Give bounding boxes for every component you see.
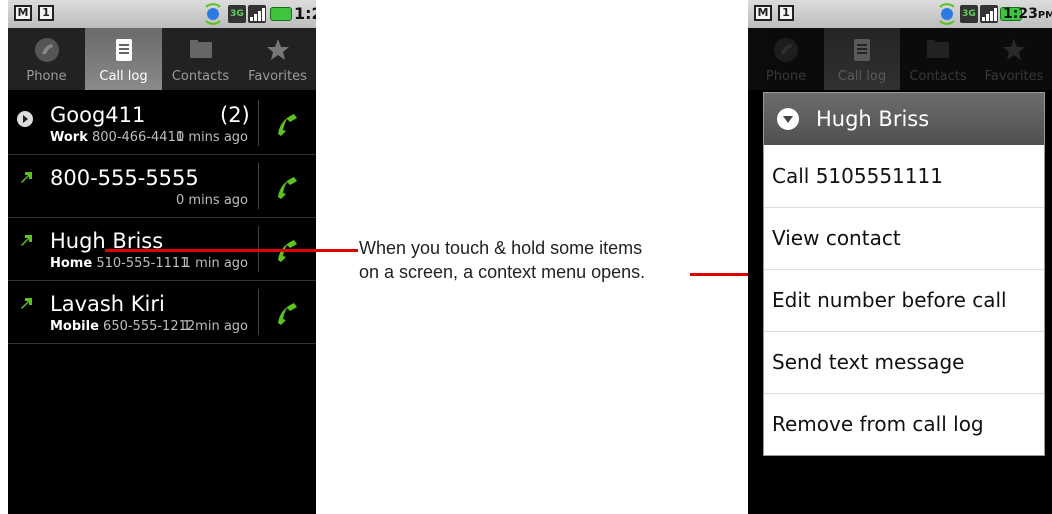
call-log-item[interactable]: Lavash Kiri Mobile 650-555-1212 1 min ag…: [8, 281, 316, 344]
contact-name: 800-555-5555: [50, 166, 199, 190]
context-menu-header: Hugh Briss: [764, 93, 1044, 145]
clock: 1:23PM: [1003, 4, 1052, 26]
tab-label: Favorites: [248, 69, 307, 84]
divider: [258, 163, 259, 209]
sync-icon: [205, 3, 221, 25]
tab-label: Call log: [837, 69, 887, 84]
notification-count-icon: 1: [778, 5, 794, 21]
notification-count-icon: 1: [38, 5, 54, 21]
clock-ampm: PM: [1037, 10, 1052, 21]
call-detail: Home 510-555-1111: [50, 256, 188, 272]
tab-label: Contacts: [171, 69, 230, 84]
caption-line: on a screen, a context menu opens.: [359, 262, 646, 282]
clock: 1:23PM: [294, 4, 316, 27]
tab-label: Contacts: [909, 69, 967, 84]
menu-item-label: View contact: [772, 226, 901, 250]
contacts-icon: [189, 40, 212, 58]
signal-icon: [248, 5, 266, 23]
call-button[interactable]: [272, 171, 302, 201]
menu-item-label: Send text message: [772, 350, 965, 374]
menu-item-edit-number[interactable]: Edit number before call: [764, 269, 1044, 332]
play-circle-icon: [17, 111, 33, 127]
call-log-icon: [854, 39, 870, 61]
outgoing-call-arrow-icon: [21, 298, 32, 309]
chevron-down-circle-icon: [777, 108, 799, 130]
menu-item-remove[interactable]: Remove from call log: [764, 393, 1044, 455]
sync-icon: [939, 3, 955, 25]
tab-phone: Phone: [748, 28, 824, 90]
tab-favorites: Favorites: [976, 28, 1052, 90]
menu-item-label: Edit number before call: [772, 288, 1007, 312]
tab-bar-dimmed: Phone Call log Contacts Favorites: [748, 28, 1052, 90]
call-button[interactable]: [272, 297, 302, 327]
menu-item-label: Call 5105551111: [772, 164, 943, 188]
outgoing-call-arrow-icon: [21, 235, 32, 246]
gmail-icon: M: [754, 5, 772, 21]
gmail-icon: M: [14, 5, 32, 21]
callout-line-left: [105, 249, 358, 252]
phone-screen-call-log: M 1 3G 1:23PM Phone Call log Contacts Fa…: [8, 0, 316, 514]
call-count: (2): [220, 103, 250, 127]
network-3g-icon: 3G: [960, 5, 978, 23]
divider: [258, 100, 259, 146]
star-icon: [266, 39, 289, 60]
tab-bar: Phone Call log Contacts Favorites: [8, 28, 316, 90]
clock-time: 1:23: [1003, 6, 1038, 22]
menu-item-label: Remove from call log: [772, 412, 984, 436]
call-log-item[interactable]: Goog411 (2) Work 800-466-4411 0 mins ago: [8, 92, 316, 155]
number-type: Work: [50, 130, 88, 145]
status-bar: M 1 3G 1:23PM: [8, 0, 316, 28]
divider: [258, 289, 259, 335]
menu-item-view-contact[interactable]: View contact: [764, 207, 1044, 270]
phone-number: 800-466-4411: [92, 130, 185, 145]
contact-name: Lavash Kiri: [50, 292, 165, 316]
tab-contacts[interactable]: Contacts: [162, 28, 239, 90]
phone-icon: [34, 38, 59, 62]
call-time: 0 mins ago: [176, 193, 248, 208]
context-menu: Hugh Briss Call 5105551111 View contact …: [763, 92, 1045, 456]
call-detail: Work 800-466-4411: [50, 130, 184, 146]
number-type: Mobile: [50, 319, 99, 334]
context-menu-title: Hugh Briss: [816, 107, 930, 131]
status-bar: M 1 3G 1:23PM: [748, 0, 1052, 28]
call-log-icon: [115, 39, 132, 61]
number-type: Home: [50, 256, 93, 271]
menu-item-send-text[interactable]: Send text message: [764, 331, 1044, 394]
menu-item-call[interactable]: Call 5105551111: [764, 145, 1044, 208]
contacts-icon: [927, 40, 949, 58]
call-time: 0 mins ago: [176, 130, 248, 145]
tab-label: Phone: [26, 69, 67, 84]
call-log-item[interactable]: 800-555-5555 0 mins ago: [8, 155, 316, 218]
tab-contacts: Contacts: [900, 28, 976, 90]
network-3g-icon: 3G: [228, 5, 246, 23]
tab-label: Phone: [765, 69, 807, 84]
phone-number: 510-555-1111: [96, 256, 189, 271]
call-button[interactable]: [272, 108, 302, 138]
call-time: 1 min ago: [182, 319, 248, 334]
contact-name: Goog411: [50, 103, 146, 127]
star-icon: [1003, 39, 1025, 60]
tab-label: Call log: [99, 69, 148, 84]
tab-favorites[interactable]: Favorites: [239, 28, 316, 90]
battery-icon: [270, 7, 292, 21]
signal-icon: [980, 5, 998, 23]
clock-time: 1:23: [294, 4, 316, 23]
outgoing-call-arrow-icon: [21, 172, 32, 183]
call-time: 1 min ago: [182, 256, 248, 271]
phone-number: 650-555-1212: [103, 319, 196, 334]
phone-screen-context-menu: M 1 3G 1:23PM Phone Call log Contacts Fa…: [748, 0, 1052, 514]
tab-phone[interactable]: Phone: [8, 28, 85, 90]
tab-label: Favorites: [984, 69, 1044, 84]
caption-line: When you touch & hold some items: [359, 238, 643, 258]
phone-icon: [774, 38, 798, 62]
call-detail: Mobile 650-555-1212: [50, 319, 195, 335]
callout-caption: When you touch & hold some items on a sc…: [359, 236, 699, 284]
tab-call-log[interactable]: Call log: [85, 28, 162, 90]
tab-call-log: Call log: [824, 28, 900, 90]
